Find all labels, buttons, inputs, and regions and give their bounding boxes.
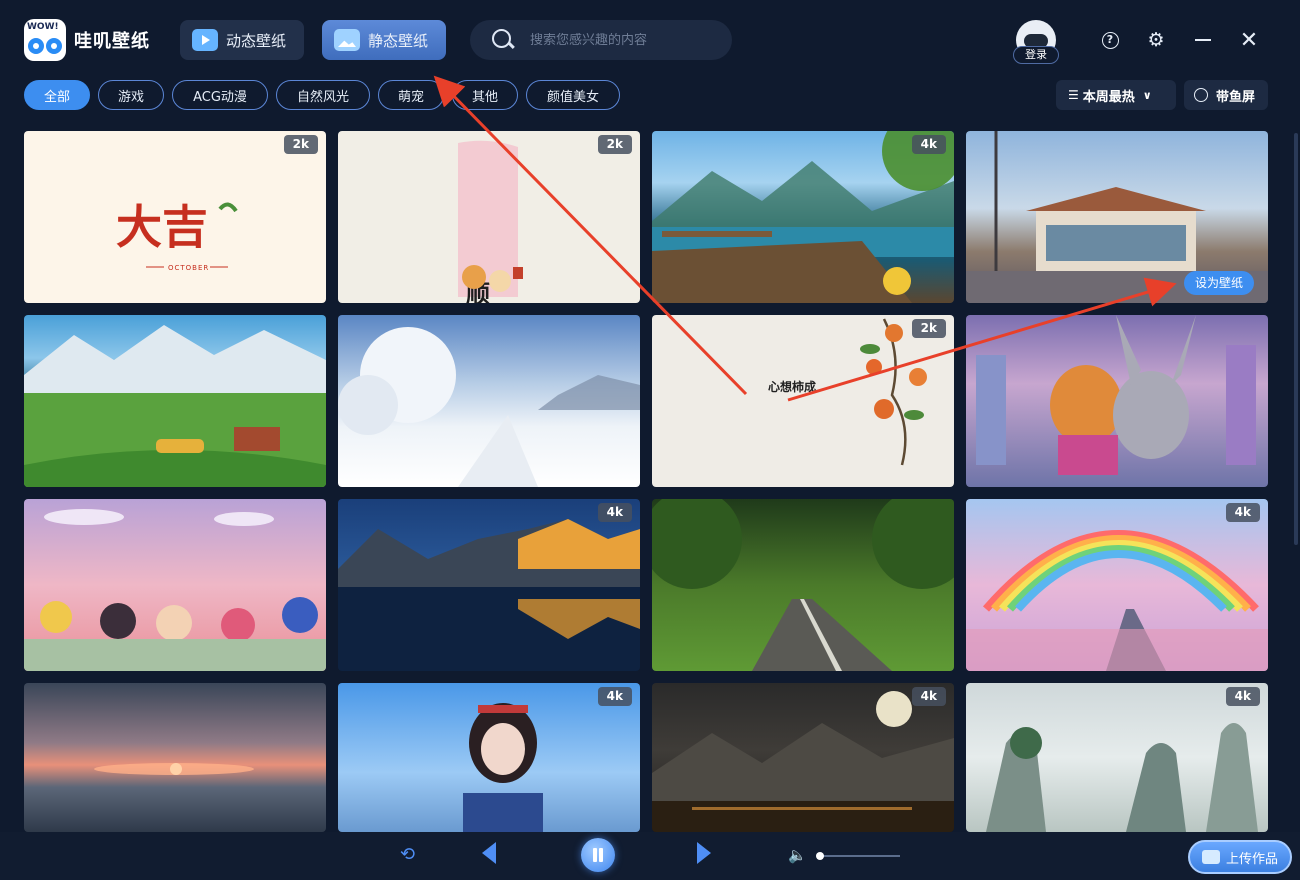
search-icon[interactable] xyxy=(492,29,514,51)
wallpaper-card[interactable]: 4k xyxy=(652,683,954,832)
loop-button[interactable]: ⟲ xyxy=(400,844,415,865)
wallpaper-card[interactable]: 设为壁纸 xyxy=(966,131,1268,303)
wallpaper-card[interactable]: 4k xyxy=(338,683,640,832)
settings-button[interactable]: ⚙ xyxy=(1144,28,1168,52)
card-text: 大吉 xyxy=(116,200,208,254)
resolution-badge: 4k xyxy=(597,503,632,522)
resolution-badge: 4k xyxy=(911,135,946,154)
radio-icon xyxy=(1194,88,1208,102)
category-nature[interactable]: 自然风光 xyxy=(276,80,370,110)
app-title: 哇叽壁纸 xyxy=(74,31,150,52)
next-button[interactable] xyxy=(697,842,713,864)
category-games[interactable]: 游戏 xyxy=(98,80,164,110)
search-bar[interactable] xyxy=(470,20,732,60)
category-all[interactable]: 全部 xyxy=(24,80,90,110)
login-button[interactable]: 登录 xyxy=(1013,46,1059,64)
volume-slider-handle[interactable] xyxy=(816,852,824,860)
close-icon: ✕ xyxy=(1239,27,1259,53)
minimize-icon xyxy=(1195,39,1211,41)
wallpaper-card[interactable]: 顺财神 2k xyxy=(338,131,640,303)
minimize-button[interactable] xyxy=(1191,28,1215,52)
sort-icon: ☰ xyxy=(1068,88,1079,102)
loop-icon: ⟲ xyxy=(400,844,416,865)
pause-button[interactable] xyxy=(581,838,615,872)
help-icon: ? xyxy=(1101,31,1119,49)
player-bar: ⟲ 🔈 上传作品 xyxy=(0,832,1300,880)
upload-label: 上传作品 xyxy=(1226,851,1279,867)
logo-text: WOW! xyxy=(27,22,59,32)
search-input[interactable] xyxy=(530,32,710,48)
tab-dynamic-wallpaper[interactable]: 动态壁纸 xyxy=(180,20,304,60)
sort-label: 本周最热 xyxy=(1082,89,1135,105)
close-button[interactable]: ✕ xyxy=(1237,27,1261,53)
upload-button[interactable]: 上传作品 xyxy=(1188,840,1292,874)
card-text: 心想柿成 xyxy=(768,379,816,394)
resolution-badge: 4k xyxy=(1225,687,1260,706)
gear-icon: ⚙ xyxy=(1147,29,1165,51)
category-pets[interactable]: 萌宠 xyxy=(378,80,444,110)
resolution-badge: 4k xyxy=(1225,503,1260,522)
wallpaper-card[interactable]: 心想柿成 2k xyxy=(652,315,954,487)
resolution-badge: 2k xyxy=(597,135,632,154)
wallpaper-card[interactable]: 4k xyxy=(652,131,954,303)
upload-icon xyxy=(1202,850,1220,864)
chevron-down-icon: ∨ xyxy=(1142,88,1152,102)
fish-screen-toggle[interactable]: 带鱼屏 xyxy=(1184,80,1268,110)
scrollbar[interactable] xyxy=(1294,133,1298,545)
card-subtext: OCTOBER xyxy=(168,264,209,272)
tab-label: 静态壁纸 xyxy=(368,31,429,50)
wallpaper-card[interactable]: 4k xyxy=(966,499,1268,671)
fish-screen-label: 带鱼屏 xyxy=(1216,89,1256,105)
wallpaper-grid: 大吉 OCTOBER 2k 顺财神 2k 4k xyxy=(24,131,1268,832)
app-logo: WOW! xyxy=(24,19,66,61)
tab-label: 动态壁纸 xyxy=(226,31,287,50)
wallpaper-card[interactable] xyxy=(338,315,640,487)
wallpaper-card[interactable] xyxy=(966,315,1268,487)
category-beauty[interactable]: 颜值美女 xyxy=(526,80,620,110)
set-wallpaper-button[interactable]: 设为壁纸 xyxy=(1183,271,1254,295)
wallpaper-card[interactable] xyxy=(24,683,326,832)
volume-button[interactable]: 🔈 xyxy=(788,846,807,864)
resolution-badge: 4k xyxy=(911,687,946,706)
wallpaper-card[interactable] xyxy=(652,499,954,671)
resolution-badge: 2k xyxy=(911,319,946,338)
wallpaper-card[interactable]: 4k xyxy=(338,499,640,671)
wallpaper-card[interactable] xyxy=(24,315,326,487)
tab-static-wallpaper[interactable]: 静态壁纸 xyxy=(322,20,446,60)
category-acg[interactable]: ACG动漫 xyxy=(172,80,268,110)
resolution-badge: 4k xyxy=(597,687,632,706)
sort-dropdown[interactable]: ☰ 本周最热 ∨ xyxy=(1056,80,1176,110)
help-button[interactable]: ? xyxy=(1098,28,1122,52)
wallpaper-card[interactable]: 大吉 OCTOBER 2k xyxy=(24,131,326,303)
wallpaper-card[interactable]: 4k xyxy=(966,683,1268,832)
previous-button[interactable] xyxy=(482,842,498,864)
resolution-badge: 2k xyxy=(283,135,318,154)
volume-icon: 🔈 xyxy=(788,846,807,864)
image-icon xyxy=(334,29,360,51)
video-icon xyxy=(192,29,218,51)
top-bar: WOW! 哇叽壁纸 动态壁纸 静态壁纸 登录 ? ⚙ ✕ xyxy=(0,0,1300,80)
volume-slider[interactable] xyxy=(818,855,900,857)
wallpaper-card[interactable] xyxy=(24,499,326,671)
category-other[interactable]: 其他 xyxy=(452,80,518,110)
